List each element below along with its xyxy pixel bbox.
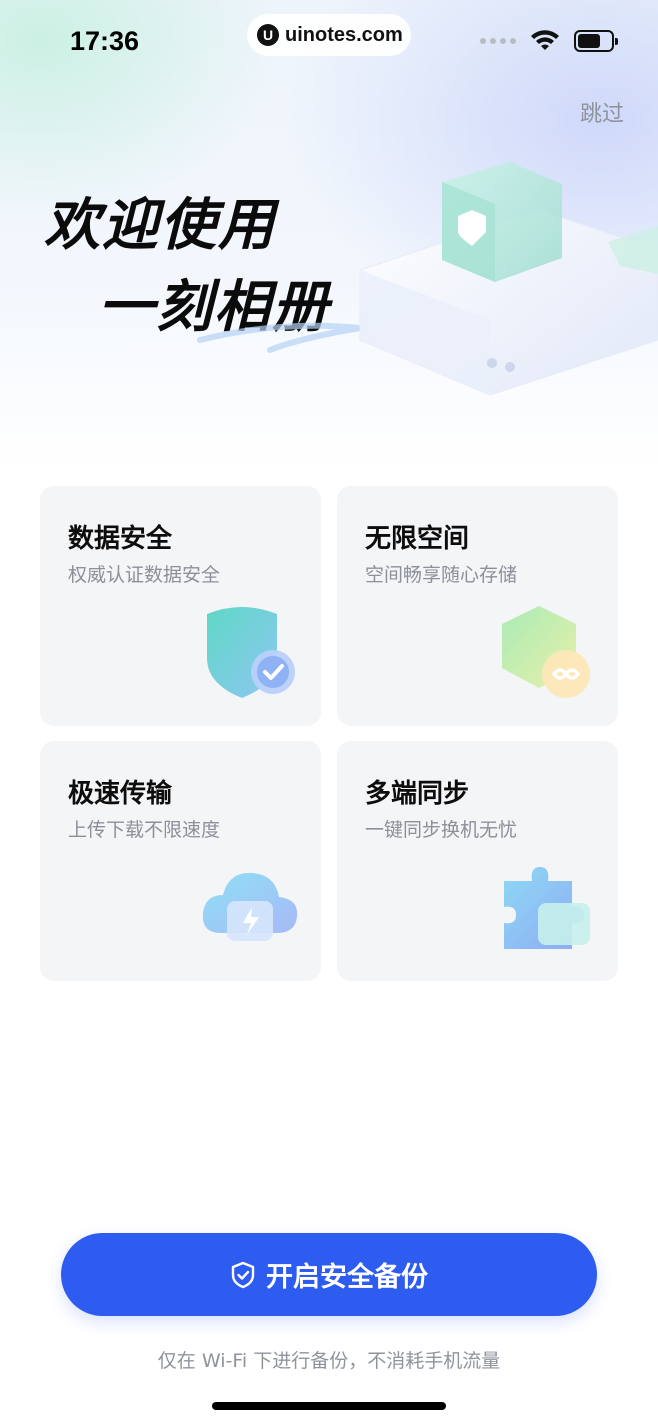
home-indicator[interactable] [212,1402,446,1410]
battery-icon [574,30,618,52]
cloud-bolt-icon [202,872,298,941]
status-icons [480,30,618,52]
feature-card-multi-device-sync[interactable]: 多端同步 一键同步换机无忧 [337,741,618,981]
infinity-cube-icon [502,606,590,698]
watermark-badge: U uinotes.com [247,14,411,56]
feature-title: 无限空间 [365,524,470,554]
cellular-dots-icon [480,38,516,44]
feature-card-data-security[interactable]: 数据安全 权威认证数据安全 [40,486,321,726]
start-backup-label: 开启安全备份 [266,1262,428,1292]
feature-subtitle: 权威认证数据安全 [68,564,221,586]
start-backup-button[interactable]: 开启安全备份 [61,1233,597,1316]
hero-illustration [197,162,658,396]
watermark-logo-icon: U [257,24,279,46]
feature-card-unlimited-space[interactable]: 无限空间 空间畅享随心存储 [337,486,618,726]
status-time: 17:36 [70,26,140,56]
shield-icon [231,1261,255,1288]
feature-card-fast-transfer[interactable]: 极速传输 上传下载不限速度 [40,741,321,981]
shield-check-icon [207,607,295,698]
skip-button[interactable]: 跳过 [580,96,624,128]
feature-subtitle: 空间畅享随心存储 [365,564,518,586]
feature-subtitle: 一键同步换机无忧 [365,819,518,841]
puzzle-icon [504,867,590,949]
feature-title: 极速传输 [68,779,173,809]
feature-title: 数据安全 [68,524,173,554]
watermark-text: uinotes.com [285,23,403,46]
feature-title: 多端同步 [365,779,470,809]
feature-subtitle: 上传下载不限速度 [68,819,221,841]
wifi-icon [531,30,559,50]
wifi-backup-note: 仅在 Wi-Fi 下进行备份，不消耗手机流量 [157,1350,501,1372]
